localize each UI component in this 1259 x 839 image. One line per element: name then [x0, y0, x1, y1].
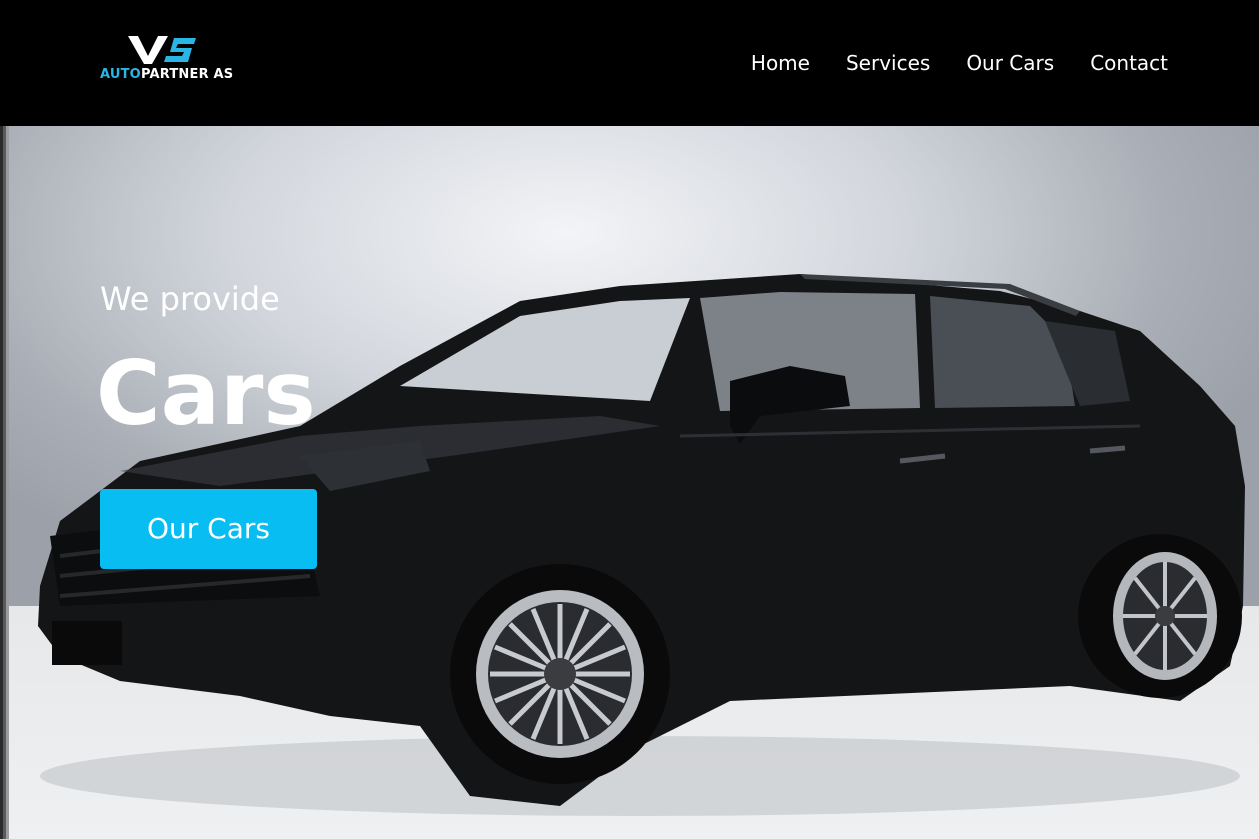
nav-link-home[interactable]: Home	[751, 48, 810, 78]
our-cars-button[interactable]: Our Cars	[100, 489, 317, 569]
left-edge-bar	[0, 126, 9, 839]
vs-logo-icon	[128, 36, 196, 64]
logo-text-partner: PARTNER AS	[140, 67, 234, 82]
hero-section: We provide Cars Our Cars	[0, 126, 1259, 839]
nav-link-our-cars[interactable]: Our Cars	[966, 48, 1054, 78]
logo-text-auto: AUTO	[100, 67, 141, 82]
black-suv-image	[38, 274, 1245, 816]
logo-wordmark: AUTOPARTNER AS	[100, 67, 233, 82]
site-logo[interactable]: AUTOPARTNER AS	[100, 34, 233, 86]
top-navbar: AUTOPARTNER AS Home Services Our Cars Co…	[0, 0, 1259, 126]
main-navigation: Home Services Our Cars Contact	[751, 48, 1168, 78]
hero-title: Cars	[96, 342, 316, 445]
nav-link-contact[interactable]: Contact	[1090, 48, 1168, 78]
nav-link-services[interactable]: Services	[846, 48, 930, 78]
hero-subtitle: We provide	[100, 280, 280, 318]
